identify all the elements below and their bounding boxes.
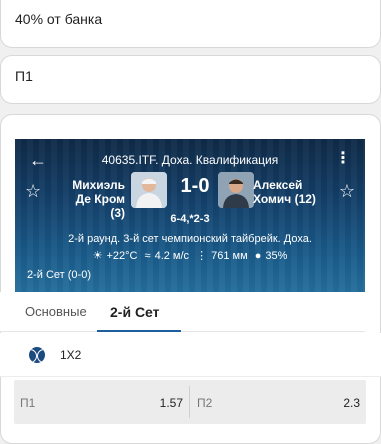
tab-second-set[interactable]: 2-й Сет (110, 304, 160, 320)
tab-main[interactable]: Основные (25, 304, 87, 319)
tournament-title: 40635.ITF. Доха. Квалификация (101, 153, 279, 167)
wind-icon: ≈ (144, 250, 151, 262)
tennis-ball-icon (29, 347, 45, 363)
humidity-drop-icon: ● (254, 250, 262, 262)
odds-divider (189, 386, 190, 418)
wind-speed: 4.2 м/с (154, 250, 190, 262)
pressure: 761 мм (211, 250, 248, 262)
match-header: ← 40635.ITF. Доха. Квалификация ⋮ ☆ ☆ Ми… (15, 139, 365, 292)
odd-button-p2[interactable]: П2 2.3 (191, 380, 366, 424)
more-menu-icon[interactable]: ⋮ (335, 151, 351, 167)
match-score: 1-0 (180, 175, 210, 197)
selection-text: П1 (15, 68, 33, 84)
set-scores: 6-4,*2-3 (170, 213, 210, 225)
odd-label: П2 (197, 396, 213, 410)
sun-icon: ☀ (92, 250, 103, 262)
thermometer-icon: ⋮ (196, 250, 208, 262)
odd-value: 2.3 (343, 396, 360, 410)
market-tabs: Основные 2-й Сет (0, 292, 365, 332)
humidity: 35% (265, 250, 288, 262)
favorite-player2-star-icon[interactable]: ☆ (339, 181, 355, 202)
favorite-player1-star-icon[interactable]: ☆ (25, 181, 41, 202)
odd-value: 1.57 (159, 396, 183, 410)
odd-button-p1[interactable]: П1 1.57 (14, 380, 189, 424)
current-set-info: 2-й Сет (0-0) (27, 269, 91, 281)
odd-label: П1 (20, 396, 36, 410)
weather-row: ☀ +22°C ≈4.2 м/с ⋮ 761 мм ● 35% (15, 249, 365, 262)
player2-name: Алексей Хомич (12) (253, 178, 316, 206)
market-header[interactable]: 1Х2 (0, 333, 381, 377)
player2-avatar (218, 172, 254, 208)
temperature: +22°C (106, 250, 138, 262)
bet-amount-card[interactable]: 40% от банка (0, 0, 381, 48)
player1-avatar (131, 172, 167, 208)
round-info: 2-й раунд. 3-й сет чемпионский тайбрейк.… (68, 233, 312, 245)
odds-row: П1 1.57 П2 2.3 (14, 380, 366, 424)
selection-card[interactable]: П1 (0, 55, 381, 104)
market-name: 1Х2 (60, 348, 82, 362)
active-tab-indicator (97, 330, 181, 332)
bet-amount-text: 40% от банка (15, 11, 103, 27)
